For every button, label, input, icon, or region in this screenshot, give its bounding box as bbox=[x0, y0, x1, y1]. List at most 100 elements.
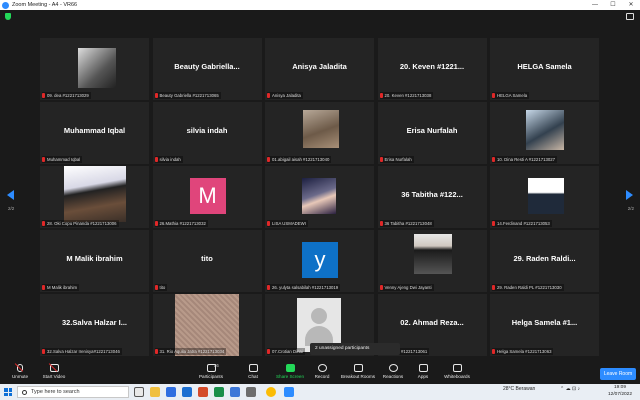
participant-video bbox=[174, 294, 239, 356]
participant-caption: 01.abigail aisah #1221713040 bbox=[267, 156, 332, 163]
participant-name-label: 01.abigail aisah #1221713040 bbox=[272, 157, 330, 162]
record-label: Record bbox=[314, 374, 330, 379]
participant-tile[interactable]: Anisya Jaladita Anisya Jaladita bbox=[265, 38, 374, 100]
windows-start-icon[interactable] bbox=[4, 388, 12, 396]
close-button[interactable]: ✕ bbox=[622, 0, 640, 10]
video-gallery: 09. dea #1221713029 Beauty Gabriella... Be… bbox=[40, 38, 600, 356]
participant-tile[interactable]: 10. Dina Resti A #1221713027 bbox=[490, 102, 599, 164]
powerpoint-icon[interactable] bbox=[198, 387, 208, 397]
edge-browser-icon[interactable] bbox=[166, 387, 176, 397]
participant-tile[interactable]: tito tito bbox=[152, 230, 262, 292]
start-video-button[interactable]: Start Video bbox=[34, 360, 74, 384]
participant-tile[interactable]: Erisa Nurfalah Erisa Nurfalah bbox=[377, 102, 487, 164]
task-view-icon[interactable] bbox=[134, 387, 144, 397]
page-indicator-right: 2/2 bbox=[627, 206, 634, 211]
whiteboards-button[interactable]: Whiteboards bbox=[437, 360, 477, 384]
smiley-icon bbox=[388, 364, 398, 372]
participant-tile[interactable]: 20. Keven #1221... 20. Keven #1221713038 bbox=[377, 38, 487, 100]
participant-name-label: Anisya Jaladita bbox=[272, 93, 301, 98]
participant-display-name: 32.Salva Halzar I... bbox=[61, 318, 128, 327]
breakout-rooms-button[interactable]: Breakout Rooms bbox=[338, 360, 378, 384]
participant-caption: silvia indah bbox=[154, 156, 183, 163]
participant-caption: Beauty Gabriella #1221713065 bbox=[154, 92, 221, 99]
apps-icon bbox=[418, 364, 428, 372]
settings-gear-icon[interactable] bbox=[246, 387, 256, 397]
participant-caption: 32.Salva Halzar Irenisya#1221713046 bbox=[42, 348, 122, 355]
participant-video bbox=[303, 110, 339, 148]
participant-tile[interactable]: 31. Rio Aquila Jatra #1221713034 bbox=[152, 294, 262, 356]
chrome-icon[interactable] bbox=[266, 387, 276, 397]
muted-mic-icon bbox=[267, 285, 270, 290]
minimize-button[interactable]: — bbox=[586, 0, 604, 10]
participant-tile[interactable]: y 26. yulyta salsabilah #1221713019 bbox=[265, 230, 374, 292]
participant-tile[interactable]: 29. Raden Raldi... 29. Raden Raldi PL #12… bbox=[490, 230, 599, 292]
muted-mic-icon bbox=[154, 93, 158, 98]
participant-tile[interactable]: M 26.Mathia #1221713032 bbox=[152, 166, 262, 228]
participant-caption: 07.Crotian Dinai bbox=[267, 348, 305, 355]
muted-mic-icon bbox=[267, 221, 270, 226]
record-button[interactable]: Record bbox=[302, 360, 342, 384]
participant-tile[interactable]: 01.abigail aisah #1221713040 bbox=[265, 102, 374, 164]
muted-mic-icon bbox=[42, 285, 45, 290]
participant-avatar-letter: y bbox=[302, 242, 338, 278]
participant-caption: 26.Mathia #1221713032 bbox=[154, 220, 208, 227]
participant-tile[interactable]: M Malik ibrahim M Malik ibrahim bbox=[40, 230, 149, 292]
taskbar-search-box[interactable]: Type here to search bbox=[17, 386, 129, 398]
leave-room-button[interactable]: Leave Room bbox=[600, 368, 636, 380]
participants-button[interactable]: 36 Participants bbox=[191, 360, 231, 384]
participant-tile[interactable]: LISA USMADEWI bbox=[265, 166, 374, 228]
participant-name-label: 26.Mathia #1221713032 bbox=[159, 221, 206, 226]
muted-mic-icon bbox=[379, 93, 383, 98]
participant-name-label: 31. Rio Aquila Jatra #1221713034 bbox=[159, 349, 225, 354]
participant-caption: Anisya Jaladita bbox=[267, 92, 303, 99]
participant-name-label: silvia indah bbox=[159, 157, 181, 162]
security-shield-icon[interactable] bbox=[5, 13, 11, 20]
participant-display-name: M Malik ibrahim bbox=[66, 254, 123, 263]
taskbar-clock[interactable]: 19:09 12/07/2022 bbox=[604, 385, 636, 398]
participant-tile[interactable]: 09. dea #1221713029 bbox=[40, 38, 149, 100]
participant-name-label: Venny Ajeng Dwi Jayanti bbox=[384, 285, 432, 290]
participant-tile[interactable]: Beauty Gabriella... Beauty Gabriella #122… bbox=[152, 38, 262, 100]
file-explorer-icon[interactable] bbox=[150, 387, 160, 397]
participant-tile[interactable]: 28. Oki Copu Pinanda #1221713006 bbox=[40, 166, 149, 228]
participants-label: Participants bbox=[198, 374, 223, 379]
participants-count: 36 bbox=[214, 363, 219, 368]
participant-tile[interactable]: 14.Ferdinand #1221713053 bbox=[490, 166, 599, 228]
system-tray-icons[interactable]: ⌃ ☁ ⊡ ♪ bbox=[560, 386, 580, 392]
meeting-toolbar: Unmute Start Video 36 Participants Chat … bbox=[0, 360, 640, 384]
participant-tile[interactable]: Venny Ajeng Dwi Jayanti bbox=[377, 230, 487, 292]
maximize-button[interactable]: ☐ bbox=[604, 0, 622, 10]
zoom-app-icon[interactable] bbox=[284, 387, 294, 397]
participant-avatar-letter: M bbox=[189, 178, 226, 214]
store-icon[interactable] bbox=[230, 387, 240, 397]
view-grid-icon[interactable] bbox=[626, 13, 634, 20]
muted-mic-icon bbox=[154, 285, 158, 290]
word-icon[interactable] bbox=[182, 387, 192, 397]
participant-caption: 10. Dina Resti A #1221713027 bbox=[492, 156, 558, 163]
participant-name-label: 09. dea #1221713029 bbox=[47, 93, 89, 98]
chat-button[interactable]: Chat bbox=[233, 360, 273, 384]
weather-widget[interactable]: 28°C Berawan bbox=[503, 386, 535, 392]
avatar-head bbox=[311, 308, 327, 324]
participant-tile[interactable]: 36 Tabitha #122... 36 Tabitha #1221713048 bbox=[377, 166, 487, 228]
participant-tile[interactable]: 32.Salva Halzar I... 32.Salva Halzar Iren… bbox=[40, 294, 149, 356]
next-page-arrow-icon[interactable] bbox=[626, 190, 633, 200]
muted-mic-icon bbox=[267, 349, 270, 354]
participant-name-label: HELGA Samela bbox=[497, 93, 528, 98]
participant-tile[interactable]: silvia indah silvia indah bbox=[152, 102, 262, 164]
participant-display-name: 02. Ahmad Reza... bbox=[400, 318, 464, 327]
participant-tile[interactable]: Muhammad Iqbal Muhammad Iqbal bbox=[40, 102, 149, 164]
participant-caption: HELGA Samela bbox=[492, 92, 530, 99]
muted-mic-icon bbox=[42, 157, 45, 162]
participant-caption: 26. yulyta salsabilah #1221713019 bbox=[267, 284, 341, 291]
muted-mic-icon bbox=[379, 221, 383, 226]
previous-page-arrow-icon[interactable] bbox=[7, 190, 14, 200]
participant-display-name: 36 Tabitha #122... bbox=[401, 190, 463, 199]
participant-display-name: Helga Samela #1... bbox=[511, 318, 578, 327]
participant-tile[interactable]: Helga Samela #1... Helga Samela #12217130… bbox=[490, 294, 599, 356]
record-icon bbox=[317, 364, 327, 372]
participant-tile[interactable]: HELGA Samela HELGA Samela bbox=[490, 38, 599, 100]
excel-icon[interactable] bbox=[214, 387, 224, 397]
zoom-window: Zoom Meeting - A4 - VR66 — ☐ ✕ 2/2 2/2 0… bbox=[0, 0, 640, 400]
unassigned-participants-popup[interactable]: 2 unassigned participants bbox=[310, 343, 400, 355]
